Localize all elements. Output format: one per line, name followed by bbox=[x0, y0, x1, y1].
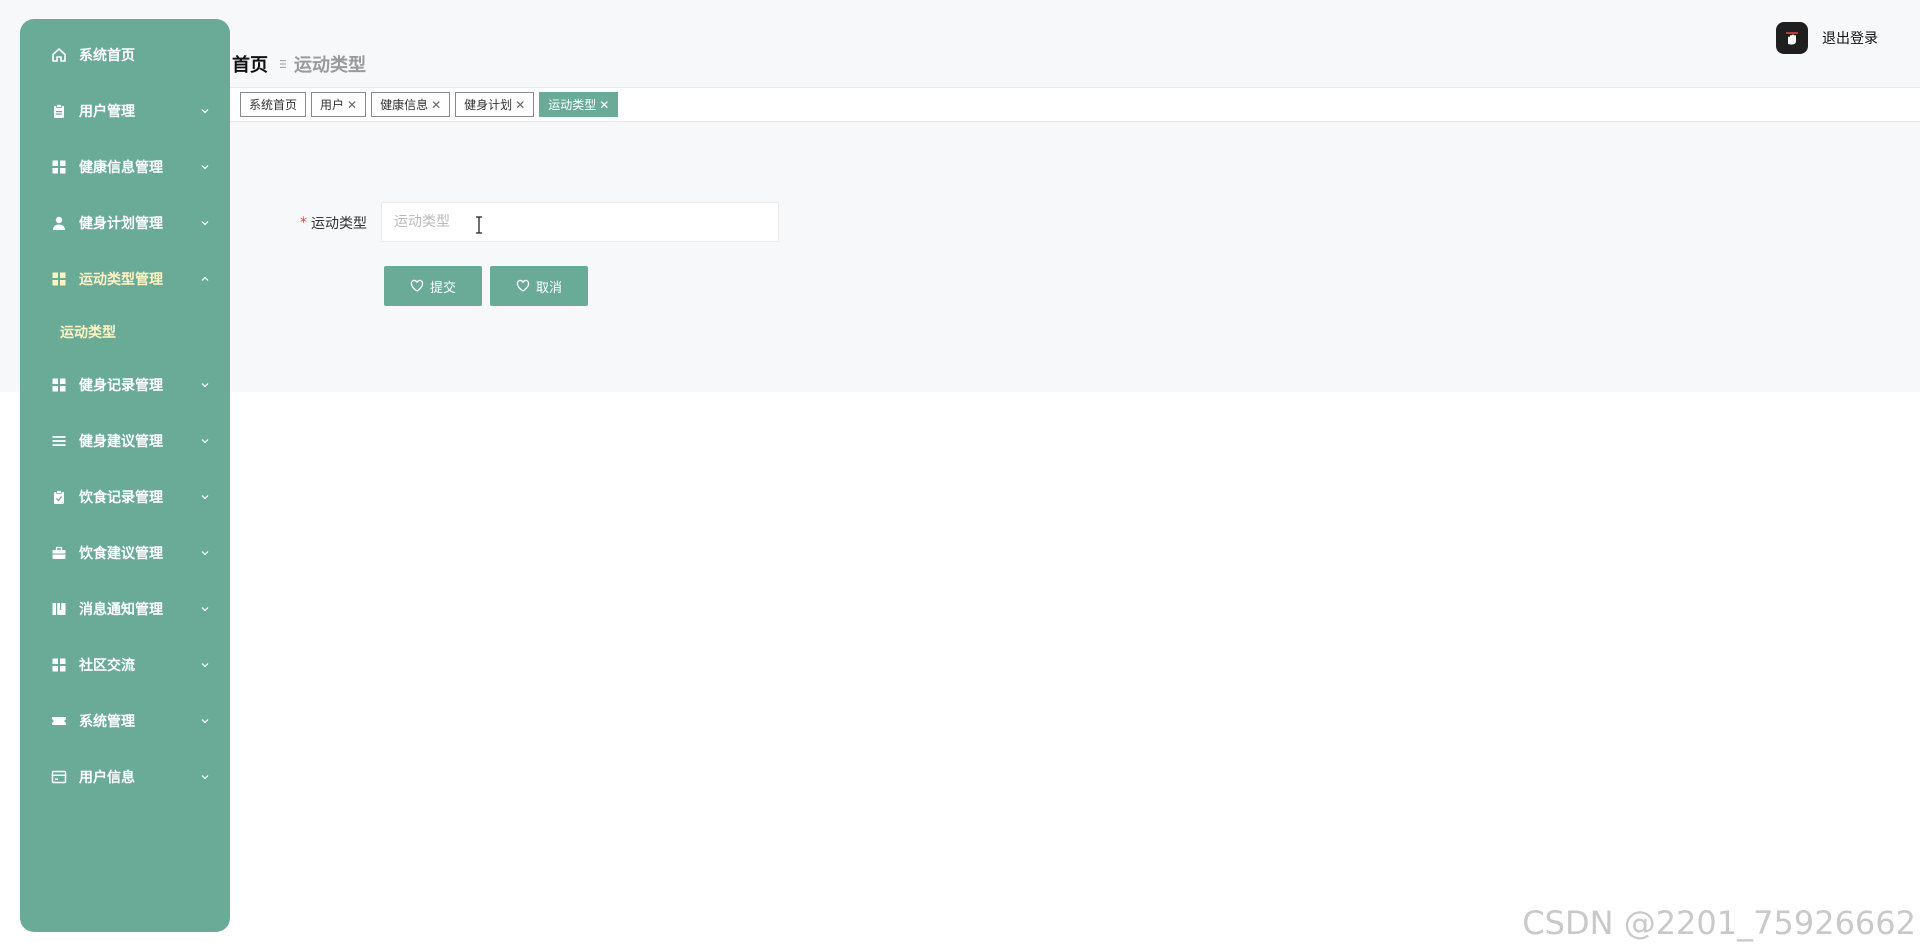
briefcase-icon bbox=[51, 545, 67, 561]
sidebar-item-label: 健康信息管理 bbox=[79, 160, 163, 176]
tag-label: 用户 bbox=[320, 98, 345, 112]
sidebar-item-notification[interactable]: 消息通知管理 bbox=[20, 581, 230, 637]
avatar[interactable] bbox=[1776, 22, 1808, 54]
sidebar-item-user-info[interactable]: 用户信息 bbox=[20, 749, 230, 805]
close-icon[interactable]: ✕ bbox=[599, 98, 609, 112]
user-area: 退出登录 bbox=[1776, 22, 1878, 54]
tag-label: 健康信息 bbox=[380, 98, 429, 112]
exercise-type-input[interactable] bbox=[381, 202, 779, 242]
submit-label: 提交 bbox=[429, 280, 456, 296]
text-cursor-icon bbox=[476, 216, 482, 234]
close-icon[interactable]: ✕ bbox=[515, 98, 525, 112]
chevron-down-icon bbox=[201, 109, 209, 114]
sidebar-item-fitness-record[interactable]: 健身记录管理 bbox=[20, 357, 230, 413]
required-mark: * bbox=[300, 215, 307, 231]
tag-home[interactable]: 系统首页 bbox=[240, 92, 307, 117]
sidebar-subitem-label: 运动类型 bbox=[60, 325, 116, 341]
chevron-down-icon bbox=[201, 495, 209, 500]
sidebar-item-health-info[interactable]: 健康信息管理 bbox=[20, 139, 230, 195]
home-icon bbox=[51, 47, 67, 63]
sidebar-item-diet-record[interactable]: 饮食记录管理 bbox=[20, 469, 230, 525]
tag-label: 健身计划 bbox=[464, 98, 513, 112]
tag-exercise-type[interactable]: 运动类型 ✕ bbox=[539, 92, 619, 117]
logout-button[interactable]: 退出登录 bbox=[1822, 28, 1878, 48]
sidebar-item-community[interactable]: 社区交流 bbox=[20, 637, 230, 693]
list-icon bbox=[51, 433, 67, 449]
heart-icon bbox=[410, 279, 424, 292]
sidebar-item-label: 健身计划管理 bbox=[79, 216, 163, 232]
sidebar-item-label: 消息通知管理 bbox=[79, 602, 163, 618]
sidebar-item-exercise-type[interactable]: 运动类型管理 bbox=[20, 251, 230, 307]
chevron-down-icon bbox=[201, 719, 209, 724]
close-icon[interactable]: ✕ bbox=[347, 98, 357, 112]
tag-health-info[interactable]: 健康信息 ✕ bbox=[371, 92, 451, 117]
breadcrumb: 首页 运动类型 bbox=[232, 52, 366, 76]
sidebar-item-fitness-advice[interactable]: 健身建议管理 bbox=[20, 413, 230, 469]
cancel-label: 取消 bbox=[535, 280, 562, 296]
breadcrumb-current: 运动类型 bbox=[294, 55, 366, 76]
breadcrumb-separator-icon bbox=[278, 57, 288, 71]
hand-icon bbox=[1786, 32, 1798, 45]
chevron-down-icon bbox=[201, 383, 209, 388]
card-icon bbox=[51, 769, 67, 785]
sidebar-item-user-management[interactable]: 用户管理 bbox=[20, 83, 230, 139]
sidebar-item-label: 健身记录管理 bbox=[79, 378, 163, 394]
grid-icon bbox=[51, 159, 67, 175]
book-icon bbox=[51, 601, 67, 617]
sidebar-item-label: 健身建议管理 bbox=[79, 434, 163, 450]
sidebar-item-label: 饮食建议管理 bbox=[79, 546, 163, 562]
sidebar-item-home[interactable]: 系统首页 bbox=[20, 27, 230, 83]
chevron-down-icon bbox=[201, 775, 209, 780]
sidebar-item-label: 用户管理 bbox=[79, 104, 135, 120]
sidebar-item-label: 系统首页 bbox=[79, 48, 135, 64]
ticket-icon bbox=[51, 713, 67, 729]
breadcrumb-home[interactable]: 首页 bbox=[232, 51, 268, 77]
chevron-down-icon bbox=[201, 165, 209, 170]
exercise-type-label: * 运动类型 bbox=[300, 213, 367, 233]
chevron-down-icon bbox=[201, 439, 209, 444]
sidebar: 系统首页 用户管理 健康信息管理 健身计划管理 运动类型管理 运动类型 健身记录… bbox=[20, 19, 230, 932]
tag-fitness-plan[interactable]: 健身计划 ✕ bbox=[455, 92, 535, 117]
tag-label: 运动类型 bbox=[548, 98, 597, 112]
sidebar-item-label: 社区交流 bbox=[79, 658, 135, 674]
chevron-down-icon bbox=[201, 663, 209, 668]
grid-icon bbox=[51, 657, 67, 673]
submit-button[interactable]: 提交 bbox=[384, 266, 482, 306]
exercise-type-label-text: 运动类型 bbox=[311, 216, 367, 232]
clipboard-check-icon bbox=[51, 489, 67, 505]
sidebar-item-label: 饮食记录管理 bbox=[79, 490, 163, 506]
tag-user[interactable]: 用户 ✕ bbox=[311, 92, 367, 117]
grid-icon bbox=[51, 377, 67, 393]
user-icon bbox=[51, 215, 67, 231]
clipboard-icon bbox=[51, 103, 67, 119]
grid-icon bbox=[51, 271, 67, 287]
sidebar-item-label: 用户信息 bbox=[79, 770, 135, 786]
sidebar-item-system-management[interactable]: 系统管理 bbox=[20, 693, 230, 749]
tags-bar: 系统首页 用户 ✕ 健康信息 ✕ 健身计划 ✕ 运动类型 ✕ bbox=[230, 87, 1920, 122]
chevron-up-icon bbox=[201, 276, 209, 281]
close-icon[interactable]: ✕ bbox=[431, 98, 441, 112]
page: 系统首页 用户管理 健康信息管理 健身计划管理 运动类型管理 运动类型 健身记录… bbox=[0, 0, 1920, 950]
chevron-down-icon bbox=[201, 551, 209, 556]
tag-label: 系统首页 bbox=[249, 98, 298, 112]
chevron-down-icon bbox=[201, 221, 209, 226]
sidebar-subitem-exercise-type[interactable]: 运动类型 bbox=[20, 307, 230, 357]
watermark: CSDN @2201_75926662 bbox=[1522, 904, 1916, 942]
cancel-button[interactable]: 取消 bbox=[490, 266, 588, 306]
sidebar-item-diet-advice[interactable]: 饮食建议管理 bbox=[20, 525, 230, 581]
sidebar-item-label: 运动类型管理 bbox=[79, 272, 163, 288]
heart-icon bbox=[516, 279, 530, 292]
sidebar-item-label: 系统管理 bbox=[79, 714, 135, 730]
sidebar-item-fitness-plan[interactable]: 健身计划管理 bbox=[20, 195, 230, 251]
chevron-down-icon bbox=[201, 607, 209, 612]
